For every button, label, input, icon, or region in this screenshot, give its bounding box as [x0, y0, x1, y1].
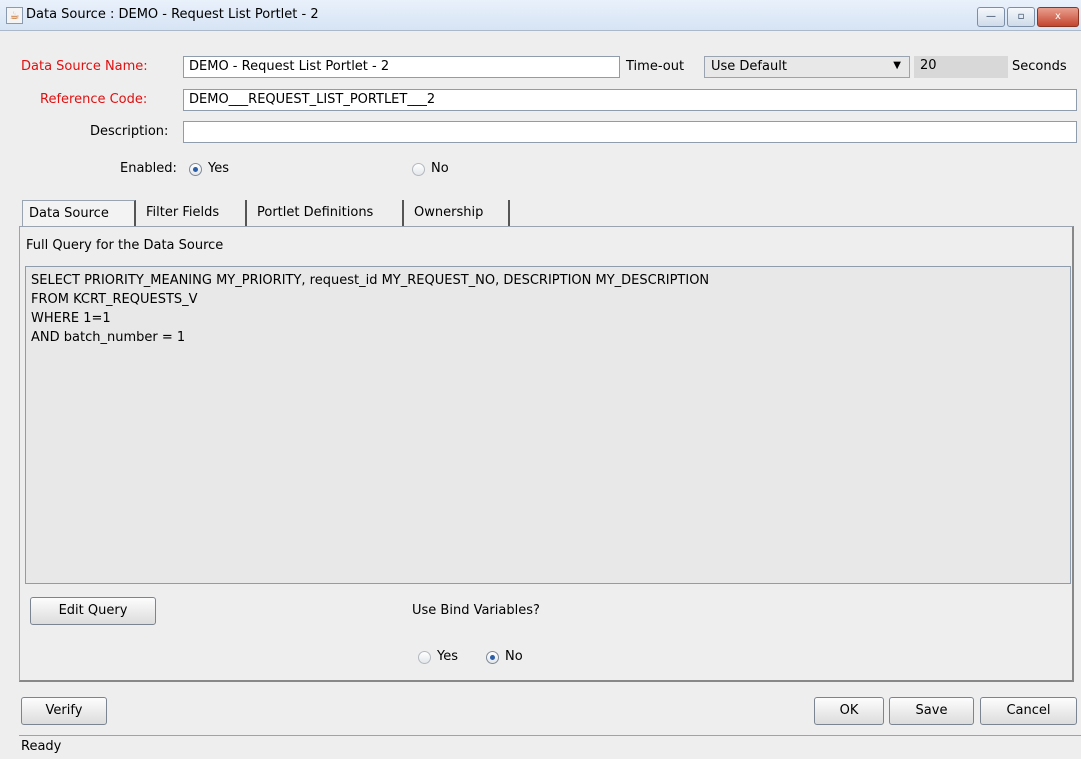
- edit-query-button[interactable]: Edit Query: [30, 597, 156, 625]
- enabled-yes-label: Yes: [208, 161, 229, 176]
- description-label: Description:: [90, 124, 169, 139]
- data-source-window: ☕ Data Source : DEMO - Request List Port…: [0, 0, 1081, 758]
- close-icon[interactable]: x: [1037, 7, 1079, 27]
- cancel-button[interactable]: Cancel: [980, 697, 1077, 725]
- timeout-label: Time-out: [626, 59, 685, 74]
- save-button[interactable]: Save: [889, 697, 974, 725]
- title-bar[interactable]: ☕ Data Source : DEMO - Request List Port…: [0, 0, 1081, 31]
- reference-code-label: Reference Code:: [40, 92, 148, 107]
- verify-button[interactable]: Verify: [21, 697, 107, 725]
- window-title: Data Source : DEMO - Request List Portle…: [26, 7, 319, 22]
- bind-variables-label: Use Bind Variables?: [412, 603, 540, 618]
- reference-code-input[interactable]: DEMO___REQUEST_LIST_PORTLET___2: [183, 89, 1077, 111]
- tab-ownership[interactable]: Ownership: [408, 200, 510, 226]
- bind-yes-radio[interactable]: [418, 651, 431, 664]
- data-source-name-input[interactable]: DEMO - Request List Portlet - 2: [183, 56, 620, 78]
- enabled-no-label: No: [431, 161, 449, 176]
- java-app-icon: ☕: [6, 7, 23, 24]
- enabled-label: Enabled:: [120, 161, 177, 176]
- timeout-select[interactable]: Use Default ▼: [704, 56, 910, 78]
- status-bar: Ready: [19, 735, 1081, 759]
- query-textarea[interactable]: SELECT PRIORITY_MEANING MY_PRIORITY, req…: [25, 266, 1071, 584]
- ok-button[interactable]: OK: [814, 697, 884, 725]
- tab-data-source[interactable]: Data Source: [22, 200, 136, 226]
- seconds-label: Seconds: [1012, 59, 1067, 74]
- data-source-name-label: Data Source Name:: [21, 59, 148, 74]
- tab-filter-fields[interactable]: Filter Fields: [140, 200, 247, 226]
- minimize-icon[interactable]: —: [977, 7, 1005, 27]
- tab-portlet-definitions[interactable]: Portlet Definitions: [251, 200, 404, 226]
- bind-no-radio[interactable]: [486, 651, 499, 664]
- chevron-down-icon: ▼: [893, 60, 901, 71]
- bind-no-label: No: [505, 649, 523, 664]
- description-input[interactable]: [183, 121, 1077, 143]
- timeout-select-value: Use Default: [711, 59, 787, 74]
- bind-yes-label: Yes: [437, 649, 458, 664]
- maximize-icon[interactable]: ▫: [1007, 7, 1035, 27]
- enabled-yes-radio[interactable]: [189, 163, 202, 176]
- timeout-seconds-field: 20: [914, 56, 1008, 78]
- query-heading: Full Query for the Data Source: [26, 238, 224, 253]
- enabled-no-radio[interactable]: [412, 163, 425, 176]
